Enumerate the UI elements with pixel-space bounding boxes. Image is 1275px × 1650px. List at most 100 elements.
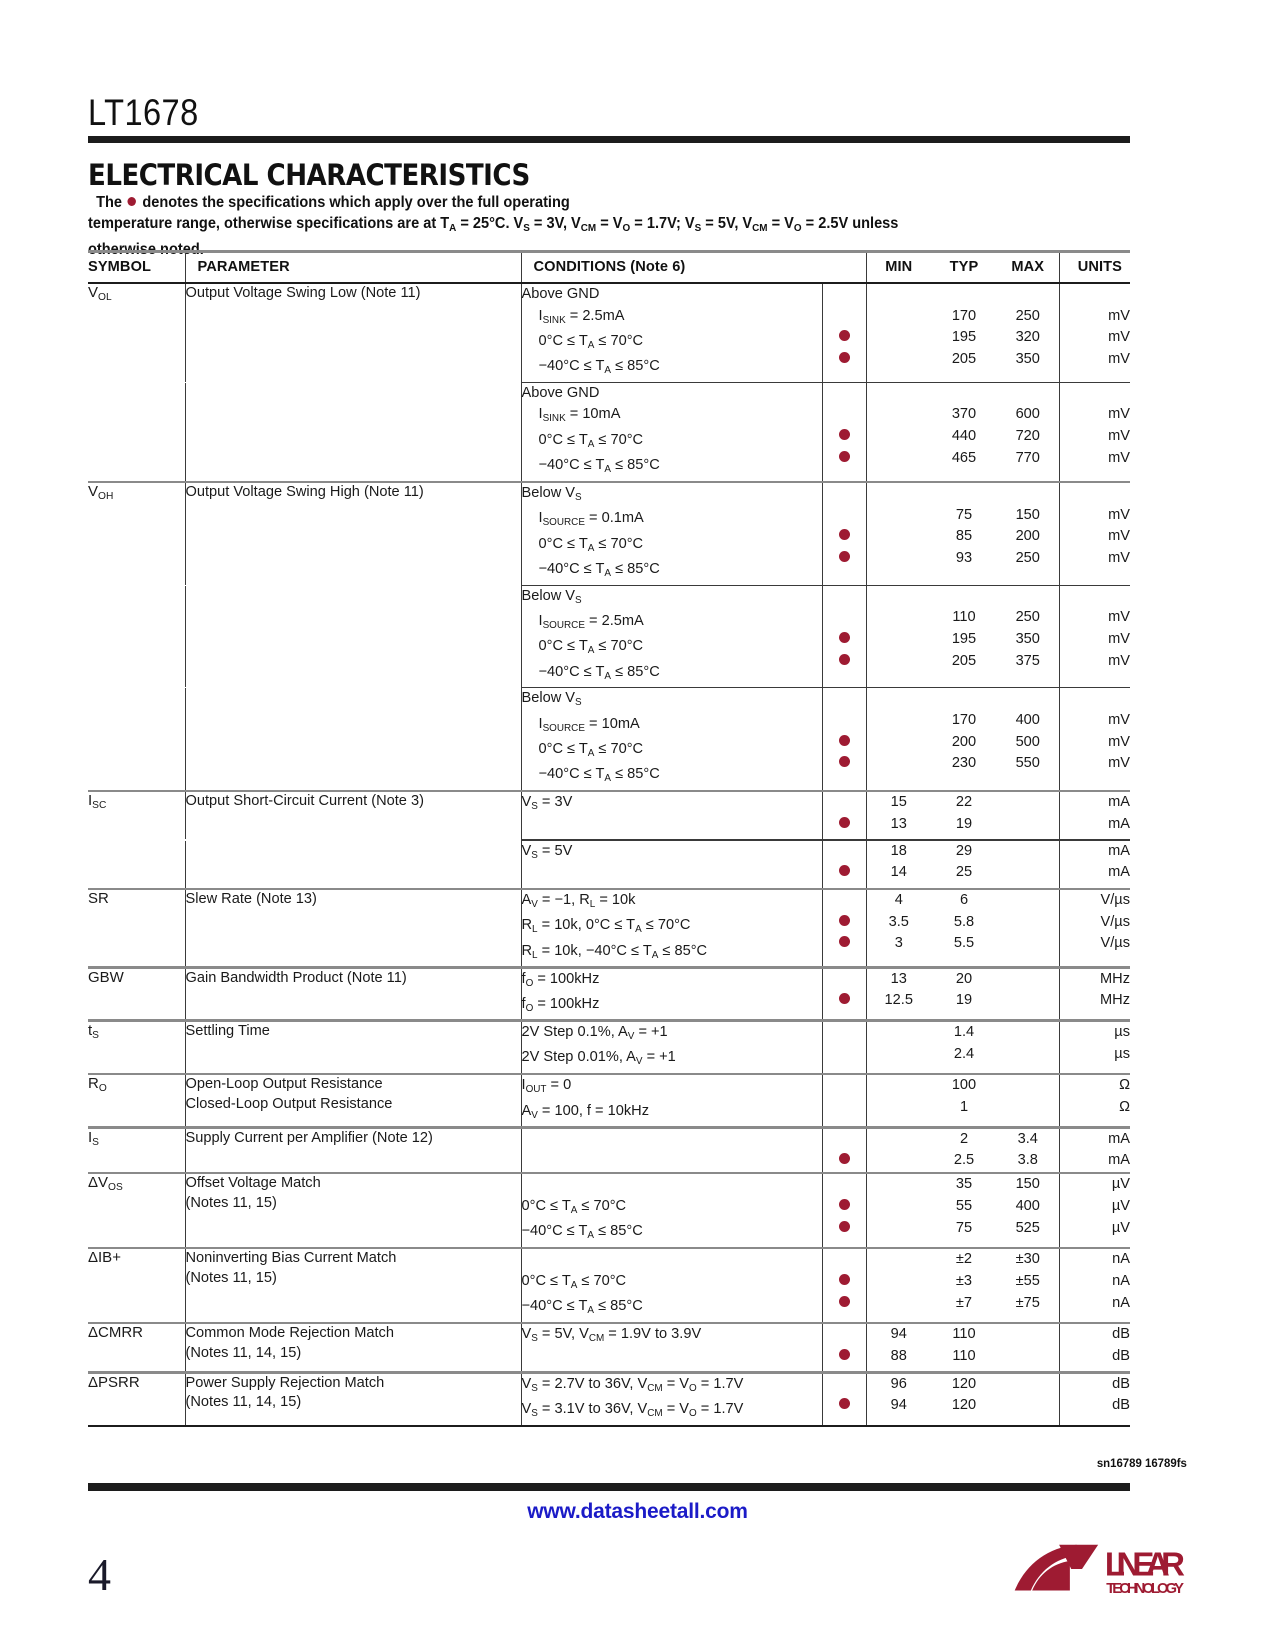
full-range-dot [838,631,850,643]
cell-symbol: RO [88,1075,107,1095]
cell-units: mA mA [1058,840,1130,888]
full-range-dot [838,1153,850,1165]
col-header-max: MAX [1011,259,1045,275]
col-header-conditions: CONDITIONS (Note 6) [520,253,866,282]
svg-text:TECHNOLOGY: TECHNOLOGY [1106,1581,1184,1597]
cell-full-range-bullet [821,840,866,888]
table-row: VOL Output Voltage Swing Low (Note 11) Abo… [88,284,1130,382]
cell-min [865,1249,931,1322]
table-row: GBW Gain Bandwidth Product (Note 11) fO = … [88,968,1130,1020]
cell-units: mV mV mV [1058,382,1130,481]
cell-full-range-bullet [821,890,866,967]
cell-parameter: Power Supply Rejection Match (Notes 11, 1… [184,1373,521,1425]
table-row: IS Supply Current per Amplifier (Note 12)… [88,1128,1130,1172]
cell-min [865,1174,931,1247]
cell-symbol: tS [88,1022,99,1041]
cell-max: 250 320 350 [1015,307,1040,367]
cell-parameter: Supply Current per Amplifier (Note 12) [184,1128,521,1172]
cell-full-range-bullet [821,1249,866,1322]
footer-rule [88,1483,1130,1491]
col-header-symbol: SYMBOL [88,259,152,275]
cell-max [997,1324,1059,1371]
cell-min [865,1075,931,1127]
cell-parameter: Output Voltage Swing Low (Note 11) [184,284,521,382]
cell-conditions: Below VS ISOURCE = 2.5mA 0°C ≤ TA ≤ 70°C −4… [520,585,822,688]
cell-units: dB dB [1058,1324,1130,1372]
cell-parameter: Output Short-Circuit Current (Note 3) [184,792,521,840]
cell-max: 3.4 3.8 [1017,1130,1038,1169]
cell-conditions: VS = 3V [520,792,822,840]
cell-max: 250 350 375 [1015,609,1040,669]
cell-typ: 100 1 [951,1077,977,1115]
cell-min [865,585,931,688]
table-row: ISC Output Short-Circuit Current (Note 3)… [88,792,1130,840]
cell-units: dB dB [1058,1373,1130,1425]
full-range-dot [838,429,850,441]
cell-units: mV mV mV [1058,585,1130,688]
full-range-dot [838,330,850,342]
cell-max [997,969,1059,1020]
cell-full-range-bullet [821,585,866,688]
cell-full-range-bullet [821,483,866,585]
cell-typ: 170 200 230 [951,711,977,772]
cell-parameter: Gain Bandwidth Product (Note 11) [184,968,521,1020]
electrical-characteristics-table: SYMBOL PARAMETER CONDITIONS (Note 6) MIN… [88,250,1130,1427]
header-rule [88,136,1130,143]
col-header-parameter: PARAMETER [184,253,521,282]
cell-max [997,1075,1059,1126]
cell-symbol: ΔIB+ [88,1249,121,1267]
cell-conditions: 2V Step 0.1%, AV = +1 2V Step 0.01%, AV =… [520,1022,822,1073]
bullet-dot [127,197,137,207]
cell-full-range-bullet [821,1324,866,1372]
table-row: RO Open-Loop Output Resistance Closed-Loop… [88,1075,1130,1127]
cell-units: µV µV µV [1058,1174,1130,1247]
cell-parameter: Settling Time [184,1022,521,1073]
cell-min [865,382,931,481]
cell-symbol: ΔPSRR [88,1373,140,1391]
full-range-dot [838,1220,850,1232]
cell-conditions: Below VS ISOURCE = 0.1mA 0°C ≤ TA ≤ 70°C −4… [520,483,822,585]
table-row: SR Slew Rate (Note 13) AV = −1, RL = 10k RL… [88,890,1130,967]
cell-full-range-bullet [821,1373,866,1425]
cell-symbol: ΔVOS [88,1174,123,1194]
cell-parameter: Noninverting Bias Current Match (Notes 11… [184,1249,521,1322]
table-bottom-rule [88,1424,1130,1427]
table-row: Below VS ISOURCE = 2.5mA 0°C ≤ TA ≤ 70°C −4… [88,585,1130,688]
datasheet-page: LT1678 ELECTRICAL CHARACTERISTICS The de… [0,0,1275,1650]
section-heading: ELECTRICAL CHARACTERISTICS [88,158,530,192]
cell-units: mV mV mV [1058,688,1130,790]
col-header-units: UNITS [1058,253,1130,282]
cell-units: MHz MHz [1058,968,1130,1020]
cell-parameter: Common Mode Rejection Match (Notes 11, 14… [184,1324,521,1372]
cell-conditions: VS = 5V, VCM = 1.9V to 3.9V [520,1324,822,1372]
table-row: Below VS ISOURCE = 10mA 0°C ≤ TA ≤ 70°C −40… [88,688,1130,790]
page-number: 4 [88,1549,111,1600]
full-range-dot [838,817,850,828]
logo-svg: LINEAR TECHNOLOGY [1014,1544,1186,1597]
website-link[interactable]: www.datasheetall.com [0,1500,1275,1524]
cell-typ: 22 19 [955,794,973,832]
cell-typ: 20 19 [955,970,973,1009]
document-code: sn16789 16789fs [1096,1456,1187,1470]
cell-typ: 110 195 205 [951,609,977,669]
table-row: ΔPSRR Power Supply Rejection Match (Notes … [88,1373,1130,1425]
cell-conditions: 0°C ≤ TA ≤ 70°C −40°C ≤ TA ≤ 85°C [520,1249,822,1322]
col-header-typ: TYP [949,259,979,275]
cell-conditions: VS = 2.7V to 36V, VCM = VO = 1.7V VS = 3.… [520,1373,822,1425]
full-range-dot [838,1199,850,1211]
table-row: Above GND ISINK = 10mA 0°C ≤ TA ≤ 70°C −40°… [88,382,1130,481]
full-range-dot [838,1295,850,1307]
cell-full-range-bullet [821,688,866,790]
full-range-dot [838,865,850,877]
full-range-dot [838,529,850,541]
cell-full-range-bullet [821,1075,866,1127]
svg-text:LINEAR: LINEAR [1105,1546,1185,1583]
full-range-dot [838,351,850,363]
cell-parameter: Output Voltage Swing High (Note 11) [184,483,521,585]
full-range-dot [838,914,850,926]
cell-min: 15 13 [865,792,931,840]
cell-typ: 29 25 [955,842,973,881]
cell-max [997,841,1059,888]
cell-symbol: GBW [88,968,124,986]
cell-conditions: Above GND ISINK = 2.5mA 0°C ≤ TA ≤ 70°C −40… [520,284,822,382]
